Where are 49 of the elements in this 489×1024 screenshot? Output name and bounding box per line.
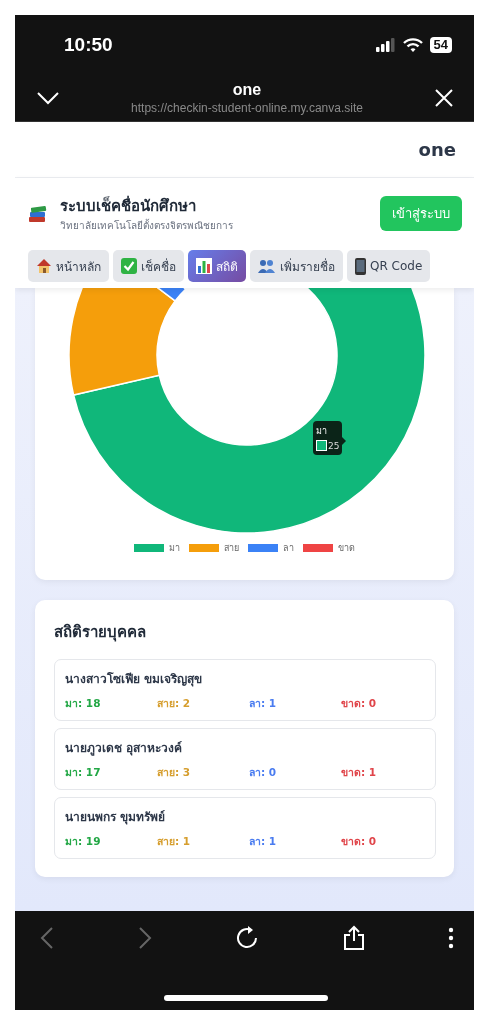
stat-count: สาย: 3 [157,765,191,780]
nav-tab[interactable]: หน้าหลัก [28,250,109,282]
stat-count: ขาด: 0 [341,834,377,849]
forward-icon[interactable] [137,926,152,950]
nav-tab[interactable]: สถิติ [188,250,246,282]
phone-icon [355,257,366,275]
status-time: 10:50 [64,34,113,56]
legend-label: ลา [283,542,294,555]
back-icon[interactable] [40,926,54,950]
collapse-chevron-icon[interactable] [36,91,60,105]
stat-count: ลา: 1 [249,696,277,711]
stat-count: ลา: 1 [249,834,277,849]
checkmark-icon [121,258,137,274]
page-url: https://checkin-student-online.my.canva.site [131,101,363,115]
legend-label: ขาด [338,542,355,555]
close-icon[interactable] [434,88,454,108]
student-name: นายภูวเดช อุสาหะวงค์ [65,740,184,757]
legend-label: มา [169,542,180,555]
stat-count: สาย: 2 [157,696,191,711]
signal-icon [375,38,396,52]
student-name: นางสาวโซเฟีย ขมเจริญสุข [65,671,204,688]
site-title: one [418,139,456,160]
share-icon[interactable] [342,925,365,951]
stat-count: มา: 17 [65,765,101,780]
reload-icon[interactable] [235,925,259,951]
battery-level: 54 [429,37,452,53]
tooltip-label: มา [316,425,328,438]
more-icon[interactable] [448,927,454,949]
nav-tab[interactable]: เช็คชื่อ [113,250,184,282]
stat-count: ลา: 0 [249,765,277,780]
stat-count: สาย: 1 [157,834,191,849]
people-icon [258,259,276,273]
stat-count: มา: 19 [65,834,101,849]
student-name: นายนพกร ขุมทรัพย์ [65,809,167,826]
section-title: สถิติรายบุคคล [54,622,147,644]
app-subtitle: วิทยาลัยเทคโนโลยีตั้งตรงจิตรพณิชยการ [60,218,234,233]
bar-chart-icon [196,258,212,274]
stat-count: มา: 18 [65,696,101,711]
books-icon [28,204,48,223]
legend-label: สาย [224,542,239,555]
house-icon [36,258,52,274]
page-title: one [232,81,262,99]
app-title: ระบบเช็คชื่อนักศึกษา [60,194,197,217]
nav-tab[interactable]: เพิ่มรายชื่อ [250,250,343,282]
stat-count: ขาด: 1 [341,765,377,780]
tooltip-value: 25 [328,440,340,451]
nav-tab[interactable]: QR Code [347,250,431,282]
stat-count: ขาด: 0 [341,696,377,711]
wifi-icon [402,37,423,53]
